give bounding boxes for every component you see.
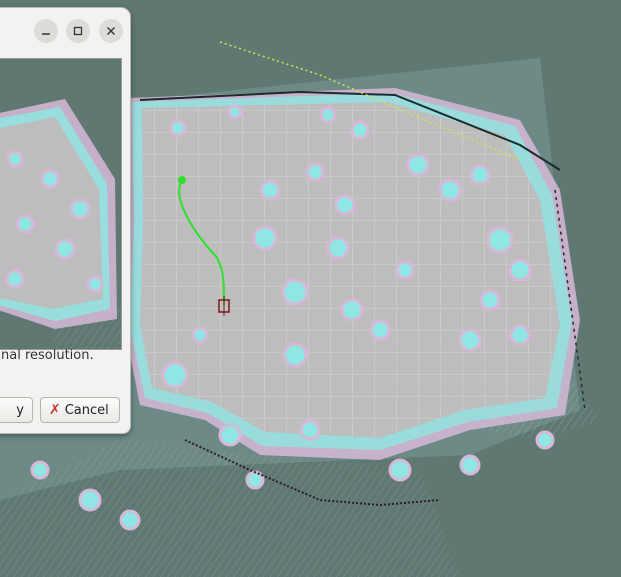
apply-button-label: y [16,402,24,418]
minimize-icon [42,33,50,35]
dialog-message: nal resolution. [1,348,94,363]
cancel-button-label: Cancel [64,402,109,418]
cancel-button[interactable]: ✗ Cancel [40,397,120,423]
close-icon [107,27,115,35]
minimize-button[interactable] [34,19,58,43]
preview-map-image [0,59,121,349]
dialog-window: nal resolution. y ✗ Cancel [0,7,131,434]
map-preview [0,58,122,350]
goal-marker [178,176,186,184]
apply-button[interactable]: y [0,397,33,423]
cancel-x-icon: ✗ [49,402,61,418]
maximize-icon [73,26,83,36]
maximize-button[interactable] [66,19,90,43]
close-button[interactable] [99,19,123,43]
